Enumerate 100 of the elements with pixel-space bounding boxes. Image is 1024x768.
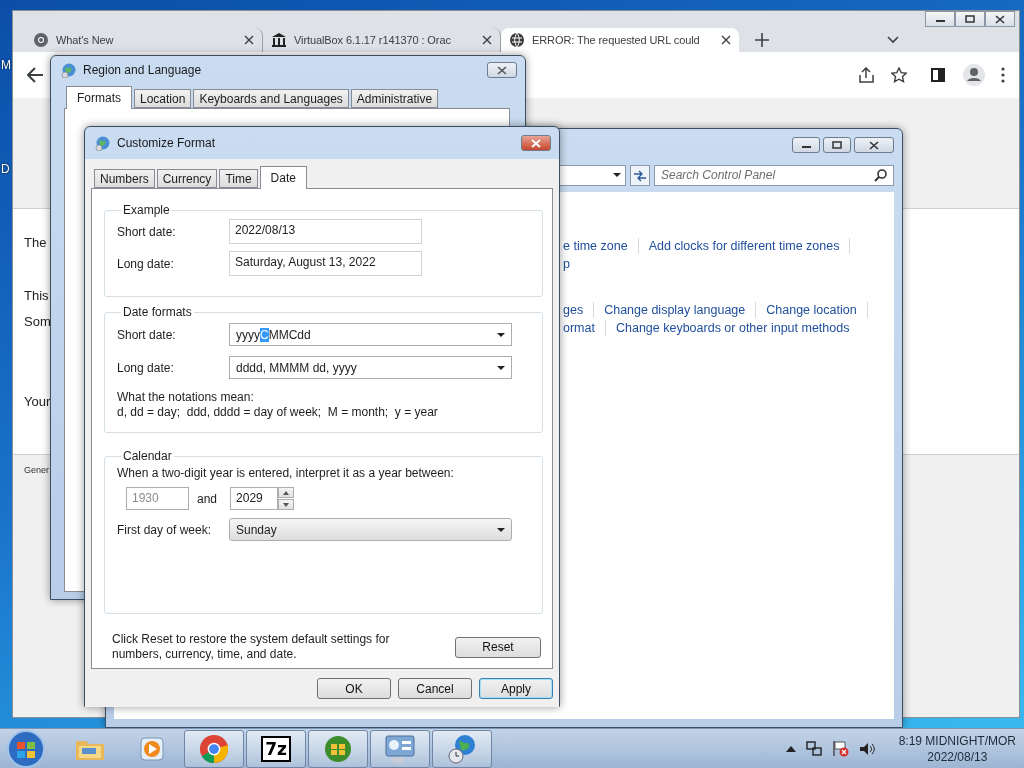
plus-icon[interactable]: [755, 33, 769, 47]
up-icon: [283, 490, 290, 495]
page-text: Your: [24, 394, 51, 409]
caret-icon: [497, 527, 505, 532]
dialog-tab[interactable]: Location: [134, 89, 192, 108]
close-icon[interactable]: [482, 35, 492, 45]
field-label: Long date:: [117, 360, 175, 375]
tab-title: VirtualBox 6.1.17 r141370 : Orac: [294, 34, 451, 46]
close-icon: [531, 138, 541, 148]
dialog-tab[interactable]: Currency: [156, 169, 218, 188]
taskbar-button[interactable]: [432, 729, 492, 768]
close-icon: [869, 140, 879, 150]
calendar-prompt: When a two-digit year is entered, interpret it as a year between:: [117, 466, 455, 481]
long-date-combo[interactable]: dddd, MMMM dd, yyyy: [229, 356, 512, 379]
taskbar-button[interactable]: 7z: [246, 729, 306, 768]
search-field[interactable]: Search Control Panel: [654, 164, 894, 186]
play-icon: [137, 734, 167, 763]
year-field[interactable]: 2029: [230, 487, 279, 510]
dialog-tab[interactable]: Administrative: [350, 89, 439, 108]
page-text: Som: [24, 314, 51, 329]
start-orb-icon[interactable]: [6, 728, 46, 768]
settings-link[interactable]: p: [563, 257, 570, 271]
refresh-icon: [633, 168, 647, 182]
dialog-tab[interactable]: Time: [219, 169, 258, 188]
close-icon[interactable]: [244, 35, 254, 45]
taskbar-button[interactable]: [184, 729, 244, 768]
field-label: Short date:: [117, 327, 177, 342]
flag-icon[interactable]: [831, 740, 849, 757]
close-button[interactable]: [487, 62, 517, 78]
desktop-icon-label[interactable]: M: [1, 58, 11, 72]
star-icon[interactable]: [891, 67, 907, 83]
field-label: Short date:: [117, 224, 177, 239]
share-icon[interactable]: [858, 67, 875, 83]
dialog-tab[interactable]: Formats: [66, 86, 132, 109]
settings-link[interactable]: Add clocks for different time zones: [648, 239, 840, 253]
dialog-title: Customize Format: [117, 136, 217, 150]
maximize-button[interactable]: [823, 137, 851, 153]
field-label: First day of week:: [117, 522, 213, 537]
building-icon: [271, 32, 287, 48]
search-input[interactable]: Search Control Panel: [661, 165, 874, 185]
dialog-tab[interactable]: Keyboards and Languages: [193, 89, 349, 108]
search-icon: [874, 168, 887, 182]
minimize-button[interactable]: [925, 11, 955, 27]
clock-date[interactable]: 2022/08/13: [927, 748, 988, 765]
taskbar-button[interactable]: [370, 729, 430, 768]
chevron-down-icon[interactable]: [887, 36, 899, 44]
settings-link[interactable]: e time zone: [563, 239, 628, 253]
example-field: Saturday, August 13, 2022: [229, 251, 422, 276]
field-label: Long date:: [117, 256, 175, 271]
group-legend: Date formats: [121, 305, 194, 319]
settings-link[interactable]: ormat: [563, 321, 595, 335]
reset-button[interactable]: Reset: [455, 636, 541, 658]
window-title: Region and Language: [83, 63, 203, 77]
menu-icon[interactable]: [1001, 67, 1005, 83]
sidebar-icon[interactable]: [931, 68, 945, 82]
region-globe-icon: [61, 62, 77, 78]
caret-icon: [497, 365, 505, 370]
control-panel-icon: [384, 733, 416, 764]
chrome-icon: [33, 32, 49, 48]
footer-text: Gener: [24, 465, 49, 475]
profile-icon[interactable]: [963, 64, 985, 86]
clock-time[interactable]: 8:19 MIDNIGHT/MOR: [898, 732, 1016, 749]
close-icon: [497, 65, 507, 75]
notation-heading: What the notations mean:: [117, 390, 255, 405]
refresh-button[interactable]: [630, 164, 650, 186]
spin-down-button[interactable]: [278, 499, 295, 510]
dialog-button[interactable]: Cancel: [398, 678, 472, 699]
maximize-icon: [832, 141, 842, 149]
back-arrow-icon[interactable]: [27, 67, 44, 83]
close-button[interactable]: [854, 137, 894, 153]
dialog-button[interactable]: Apply: [479, 678, 553, 699]
close-icon[interactable]: [721, 35, 731, 45]
short-date-combo[interactable]: yyyyCMMCdd: [229, 323, 512, 346]
dialog-button[interactable]: OK: [317, 678, 391, 699]
maximize-button[interactable]: [955, 11, 985, 27]
down-icon: [283, 502, 290, 507]
first-day-combo[interactable]: Sunday: [229, 518, 512, 541]
page-text: The: [24, 235, 47, 250]
and-text: and: [197, 491, 218, 506]
chrome-icon: [199, 733, 229, 764]
desktop-icon-label[interactable]: D: [1, 162, 10, 176]
dialog-tab[interactable]: Date: [259, 166, 307, 189]
orb-icon: [323, 733, 353, 764]
browser-tab[interactable]: ERROR: The requested URL could: [501, 28, 739, 52]
close-button[interactable]: [521, 135, 551, 151]
tab-title: What's New: [56, 34, 114, 46]
settings-link[interactable]: ges: [563, 303, 584, 317]
settings-link[interactable]: Change location: [766, 303, 857, 317]
maximize-icon: [965, 15, 975, 23]
settings-link[interactable]: Change display language: [604, 303, 746, 317]
close-button[interactable]: [985, 11, 1015, 27]
network-icon[interactable]: [805, 740, 822, 757]
minimize-button[interactable]: [792, 137, 820, 153]
close-icon: [995, 14, 1005, 24]
example-field: 2022/08/13: [229, 219, 422, 244]
spin-up-button[interactable]: [278, 487, 295, 498]
dialog-tab[interactable]: Numbers: [94, 169, 155, 188]
settings-link[interactable]: Change keyboards or other input methods: [615, 321, 850, 335]
show-hidden-icon[interactable]: [785, 745, 796, 752]
taskbar-button[interactable]: [308, 729, 368, 768]
